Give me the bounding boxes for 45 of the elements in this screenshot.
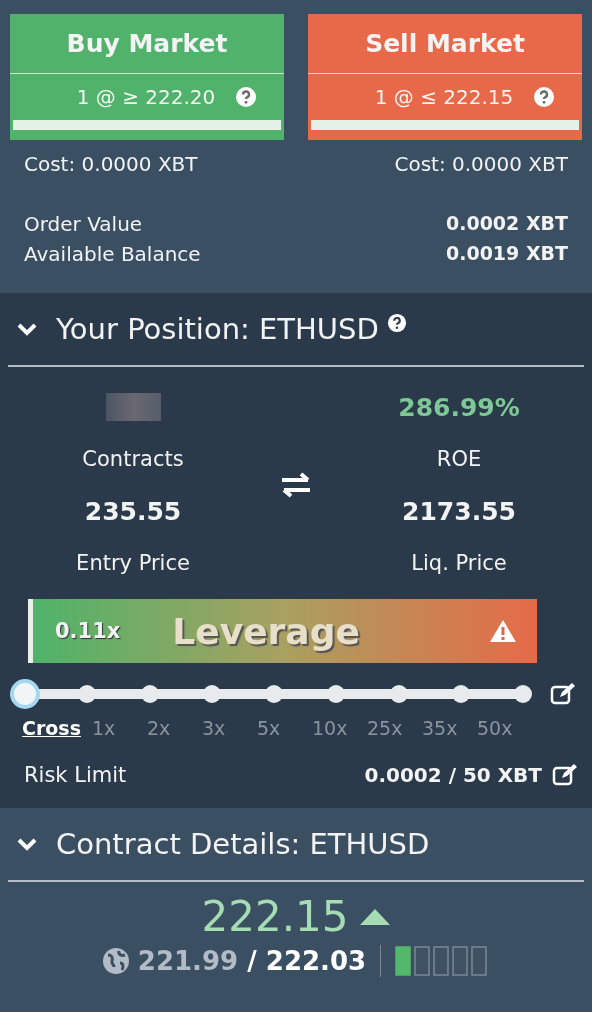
leverage-option[interactable]: 2x [147,717,202,739]
swap-icon[interactable] [279,471,313,499]
cost-text: Cost: 0.0000 XBT [393,152,569,176]
edit-icon[interactable] [550,682,576,706]
section-title: Contract Details: ETHUSD [56,827,430,861]
stat-label: Contracts [82,447,184,471]
help-icon[interactable] [533,86,556,108]
summary-label: Order Value [24,212,143,236]
warning-icon [489,619,517,643]
help-icon[interactable] [386,313,407,333]
cost-text: Cost: 0.0000 XBT [23,152,199,176]
leverage-label: Leverage [172,610,361,652]
buy-button[interactable]: Buy Market 1 @ ≥ 222.20 [10,14,284,140]
stat-value: 2173.55 [402,496,516,526]
leverage-option[interactable]: 50x [477,717,532,739]
edit-icon[interactable] [552,763,578,787]
blurred-value [105,393,161,421]
leverage-option[interactable]: 1x [92,717,147,739]
summary-label: Available Balance [24,242,201,266]
chevron-icon[interactable] [16,837,38,851]
leverage-option[interactable]: 10x [312,717,367,739]
section-title: Your Position: ETHUSD [56,312,379,346]
help-icon[interactable] [235,86,258,108]
risk-label: Risk Limit [24,763,127,787]
stat-label: Liq. Price [411,551,507,575]
leverage-option[interactable]: 35x [422,717,477,739]
risk-value: 0.0002 / 50 XBT [364,763,542,787]
stat-label: Entry Price [76,551,190,575]
globe-icon [101,947,130,975]
stat-value: 235.55 [84,496,182,526]
index-price: 221.99 / 222.03 [137,946,367,976]
leverage-option[interactable]: 3x [202,717,257,739]
roe-value: 286.99% [398,392,520,422]
chevron-icon[interactable] [16,322,38,336]
slider-thumb[interactable] [10,679,40,709]
leverage-value: 0.11x [55,619,121,643]
sell-button[interactable]: Sell Market 1 @ ≤ 222.15 [308,14,582,140]
summary-value: 0.0019 XBT [445,242,568,266]
leverage-option[interactable]: 25x [367,717,422,739]
last-price: 222.15 [201,892,349,941]
slider-stop[interactable] [514,685,532,703]
leverage-option[interactable]: 5x [257,717,312,739]
summary-value: 0.0002 XBT [445,212,568,236]
leverage-option[interactable]: Cross [22,717,92,739]
stat-label: ROE [436,447,482,471]
